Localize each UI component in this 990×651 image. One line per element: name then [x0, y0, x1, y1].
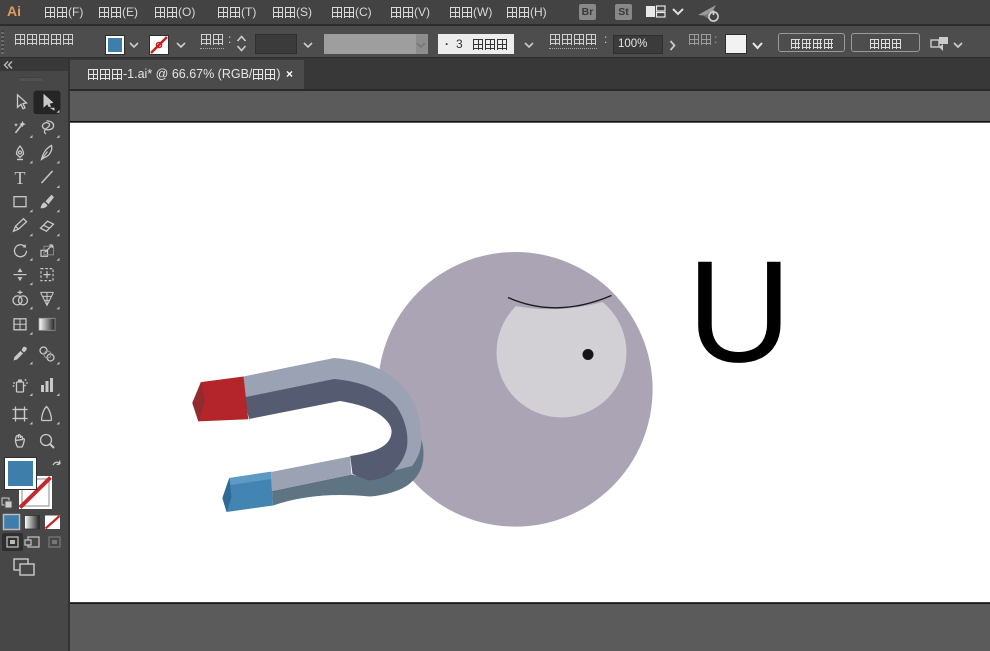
svg-text:U: U: [687, 231, 792, 393]
svg-text:T: T: [15, 168, 26, 188]
